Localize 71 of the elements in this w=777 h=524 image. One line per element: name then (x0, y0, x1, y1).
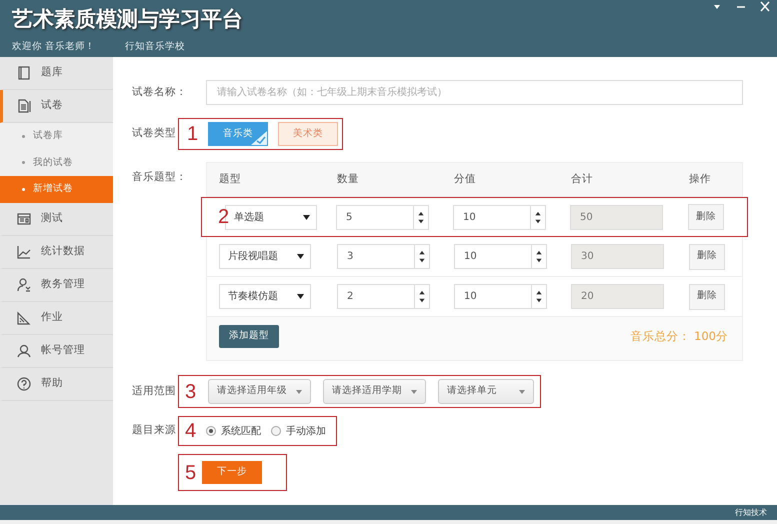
screen-icon (17, 212, 31, 226)
delete-button[interactable]: 删除 (689, 244, 725, 270)
field-label: 音乐题型： (132, 170, 188, 185)
step-number: 4 (185, 421, 196, 441)
sidebar-item[interactable]: 帐号管理 (0, 334, 113, 368)
type-select[interactable]: 节奏模仿题 (219, 284, 311, 309)
footer-brand: 行知技术 (735, 506, 767, 518)
number-field[interactable]: 2 (337, 284, 414, 309)
total-field: 20 (571, 284, 664, 309)
total-score: 音乐总分： 100分 (630, 328, 728, 345)
total-field: 30 (571, 244, 664, 269)
radio-option[interactable]: 系统匹配 (206, 424, 262, 438)
spinner-icon[interactable] (414, 244, 430, 269)
column-header: 操作 (689, 172, 712, 187)
column-header: 分值 (454, 172, 477, 187)
number-field[interactable]: 10 (454, 244, 531, 269)
scope-dropdown[interactable]: 请选择单元 (438, 379, 534, 404)
caret-icon (297, 254, 304, 259)
help-icon (17, 376, 31, 390)
delete-button[interactable]: 删除 (688, 204, 724, 230)
radio-button[interactable] (206, 426, 216, 436)
field-label: 试卷名称： (132, 84, 188, 100)
user-icon (17, 344, 31, 358)
number-field[interactable]: 10 (454, 284, 531, 309)
sidebar-subitem[interactable]: 我的试卷 (0, 150, 113, 176)
book-icon (17, 66, 31, 80)
step-number: 5 (185, 462, 196, 482)
spinner-icon[interactable] (530, 204, 546, 230)
check-icon (251, 131, 268, 145)
scope-dropdown[interactable]: 请选择适用学期 (323, 379, 426, 404)
field-label: 题目来源 (132, 423, 177, 438)
welcome-text: 欢迎你 音乐老师！ (12, 40, 96, 54)
caret-icon (303, 214, 310, 220)
step-number: 3 (185, 382, 196, 402)
total-field: 50 (570, 204, 663, 230)
spinner-icon[interactable] (531, 244, 547, 269)
add-type-button[interactable]: 添加题型 (219, 325, 279, 348)
caret-icon (411, 390, 418, 394)
sidebar-item[interactable]: 教务管理 (0, 268, 113, 302)
caret-icon (296, 390, 302, 394)
radio-button[interactable] (271, 426, 282, 436)
school-name: 行知音乐学校 (125, 40, 186, 54)
spinner-icon[interactable] (413, 204, 429, 230)
sidebar-item[interactable]: 测试 (0, 202, 113, 236)
scope-dropdown[interactable]: 请选择适用年级 (208, 379, 312, 404)
delete-button[interactable]: 删除 (689, 284, 725, 310)
chart-icon (17, 244, 31, 258)
sidebar-item[interactable]: 作业 (0, 302, 113, 334)
document-icon (17, 99, 31, 113)
column-header: 题型 (219, 172, 242, 187)
users-icon (17, 278, 31, 292)
type-select[interactable]: 片段视唱题 (219, 244, 311, 269)
sidebar-item[interactable]: 帮助 (0, 368, 113, 400)
number-field[interactable]: 3 (337, 244, 414, 269)
spinner-icon[interactable] (414, 284, 430, 309)
sidebar-item[interactable]: 题库 (0, 57, 113, 90)
step-number: 1 (187, 124, 198, 144)
ruler-icon (17, 310, 31, 324)
radio-option[interactable]: 手动添加 (271, 424, 326, 438)
number-field[interactable]: 5 (336, 204, 413, 230)
sidebar-item[interactable]: 统计数据 (0, 236, 113, 268)
field-label: 试卷类型 (132, 126, 177, 142)
caret-icon (519, 390, 526, 394)
spinner-icon[interactable] (531, 284, 547, 309)
number-field[interactable]: 10 (453, 204, 530, 230)
column-header: 数量 (337, 172, 360, 187)
column-header: 合计 (571, 172, 594, 187)
sidebar-subitem[interactable]: 试卷库 (0, 123, 113, 150)
field-label: 适用范围 (132, 384, 177, 399)
caret-icon (297, 294, 304, 299)
app-title: 艺术素质模测与学习平台 (12, 6, 243, 32)
